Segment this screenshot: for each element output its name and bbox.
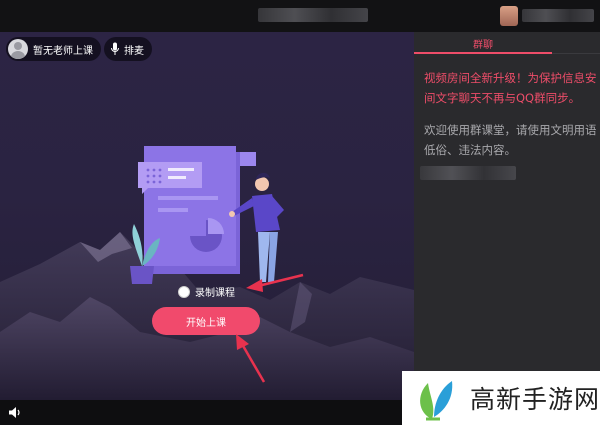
chat-tab-bar: 群聊 bbox=[414, 32, 600, 54]
speaker-icon[interactable] bbox=[8, 406, 22, 419]
top-bar bbox=[0, 0, 600, 32]
app-window: 暂无老师上课 排麦 录制课程 开始上课 群聊 视频房间全新升级！为保护信息安 间… bbox=[0, 0, 600, 425]
site-watermark: 高新手游网 bbox=[402, 371, 600, 425]
teacher-status-text: 暂无老师上课 bbox=[33, 45, 93, 57]
active-tab-indicator bbox=[414, 52, 552, 54]
upgrade-notice-message: 视频房间全新升级！为保护信息安 间文字聊天不再与QQ群同步。 bbox=[424, 71, 597, 105]
record-course-radio[interactable] bbox=[178, 285, 190, 298]
queue-button-label: 排麦 bbox=[124, 45, 144, 57]
bottom-control-bar bbox=[0, 400, 414, 425]
queue-mic-button[interactable]: 排麦 bbox=[104, 37, 152, 61]
record-course-option[interactable]: 录制课程 bbox=[178, 284, 235, 299]
start-class-button[interactable]: 开始上课 bbox=[152, 307, 260, 335]
record-course-label: 录制课程 bbox=[195, 288, 235, 299]
blurred-room-title bbox=[258, 8, 368, 22]
tab-group-chat[interactable]: 群聊 bbox=[414, 32, 552, 54]
welcome-message: 欢迎使用群课堂，请使用文明用语 低俗、违法内容。 bbox=[424, 123, 597, 157]
blurred-chat-entry bbox=[420, 166, 516, 180]
leaf-logo-icon bbox=[420, 381, 453, 421]
group-chat-panel: 群聊 视频房间全新升级！为保护信息安 间文字聊天不再与QQ群同步。 欢迎使用群课… bbox=[414, 32, 600, 400]
watermark-text: 高新手游网 bbox=[470, 385, 600, 414]
teaching-illustration bbox=[130, 146, 284, 284]
user-avatar-icon bbox=[8, 39, 28, 59]
user-avatar[interactable] bbox=[500, 6, 518, 26]
blurred-user-name bbox=[522, 9, 594, 22]
teacher-status-pill: 暂无老师上课 bbox=[6, 37, 101, 61]
microphone-icon bbox=[111, 42, 119, 55]
classroom-stage: 暂无老师上课 排麦 录制课程 开始上课 bbox=[0, 32, 414, 400]
